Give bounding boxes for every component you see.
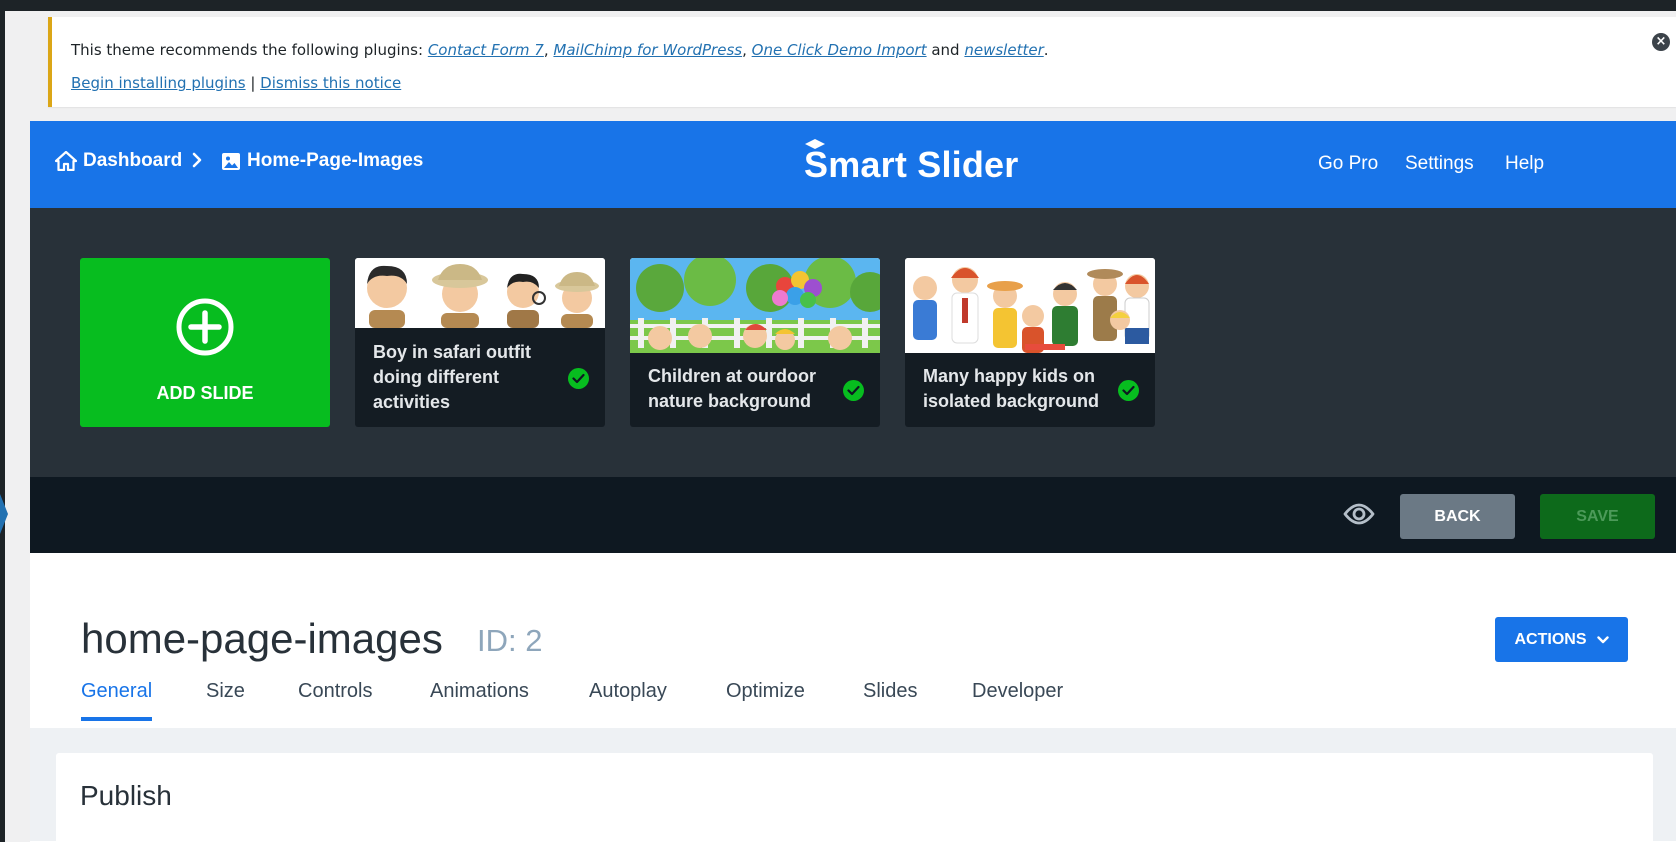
slide-title: Children at ourdoor nature background (648, 366, 816, 411)
plugin-link-newsletter[interactable]: newsletter (964, 41, 1043, 59)
home-icon (55, 151, 77, 171)
slide-card[interactable]: Children at ourdoor nature background (630, 258, 880, 427)
breadcrumb-dashboard-label: Dashboard (83, 150, 183, 171)
tab-animations[interactable]: Animations (430, 680, 529, 717)
back-button[interactable]: BACK (1400, 494, 1515, 539)
publish-heading: Publish (80, 780, 172, 811)
slider-toolbar: BACK SAVE (30, 477, 1676, 553)
graduation-cap-icon (805, 139, 825, 149)
published-check-icon (843, 380, 864, 401)
slide-thumbnail (905, 258, 1155, 353)
slide-title: Boy in safari outfit doing different act… (373, 342, 532, 412)
tab-optimize[interactable]: Optimize (726, 680, 805, 717)
nav-help[interactable]: Help (1505, 153, 1544, 175)
chevron-down-icon (1596, 631, 1609, 647)
add-circle-icon (176, 298, 234, 356)
wp-admin-bar (0, 0, 1676, 11)
slider-id: ID: 2 (477, 623, 543, 658)
tab-size[interactable]: Size (206, 680, 245, 717)
slide-thumbnail (630, 258, 880, 353)
tab-controls[interactable]: Controls (298, 680, 372, 717)
add-slide-label: ADD SLIDE (156, 383, 254, 403)
breadcrumb-slider-label: Home-Page-Images (247, 150, 424, 171)
tab-slides[interactable]: Slides (863, 680, 917, 717)
tab-autoplay[interactable]: Autoplay (589, 680, 667, 717)
close-notice-icon[interactable]: × (1652, 33, 1670, 51)
dismiss-notice-link[interactable]: Dismiss this notice (260, 74, 401, 92)
begin-installing-plugins-link[interactable]: Begin installing plugins (71, 74, 246, 92)
published-check-icon (1118, 380, 1139, 401)
add-slide-button[interactable]: ADD SLIDE (80, 258, 330, 427)
wp-admin-sidebar-edge (0, 11, 5, 842)
slide-title: Many happy kids on isolated background (923, 366, 1100, 411)
plugin-link-mailchimp[interactable]: MailChimp for WordPress (553, 41, 742, 59)
notice-actions: Begin installing plugins | Dismiss this … (71, 74, 402, 92)
plugin-link-contact-form-7[interactable]: Contact Form 7 (428, 41, 544, 59)
breadcrumb-slider[interactable]: Home-Page-Images (221, 150, 423, 172)
save-button[interactable]: SAVE (1540, 494, 1655, 539)
smart-slider-logo: Smart Slider (804, 139, 1019, 186)
tab-general[interactable]: General (81, 680, 153, 721)
actions-dropdown-button[interactable]: ACTIONS (1495, 617, 1628, 662)
logo-text: Smart Slider (804, 144, 1019, 185)
notice-message: This theme recommends the following plug… (71, 41, 1049, 59)
slide-card[interactable]: Many happy kids on isolated background (905, 258, 1155, 427)
published-check-icon (568, 368, 589, 389)
settings-tabs: General Size Controls Animations Autopla… (30, 677, 1676, 729)
plugin-recommendation-notice: This theme recommends the following plug… (48, 17, 1676, 107)
nav-settings[interactable]: Settings (1405, 153, 1474, 175)
actions-label: ACTIONS (1514, 631, 1587, 648)
breadcrumb-chevron-icon (191, 150, 203, 176)
slide-card[interactable]: Boy in safari outfit doing different act… (355, 258, 605, 427)
image-icon (222, 152, 240, 170)
slider-title: home-page-images (81, 615, 443, 662)
app-header: Dashboard Home-Page-Images Smart Slider … (30, 121, 1676, 208)
slide-thumbnail (355, 258, 605, 328)
preview-eye-icon[interactable] (1342, 499, 1376, 529)
nav-go-pro[interactable]: Go Pro (1318, 153, 1378, 175)
breadcrumb-dashboard[interactable]: Dashboard (55, 150, 182, 172)
tab-developer[interactable]: Developer (972, 680, 1063, 717)
plugin-link-one-click-demo-import[interactable]: One Click Demo Import (752, 41, 927, 59)
slides-strip: ADD SLIDE Boy in safari outfit doing dif… (30, 208, 1676, 477)
publish-panel: Publish (56, 753, 1653, 842)
settings-content: Publish (30, 728, 1676, 842)
sidebar-current-indicator (0, 494, 8, 534)
